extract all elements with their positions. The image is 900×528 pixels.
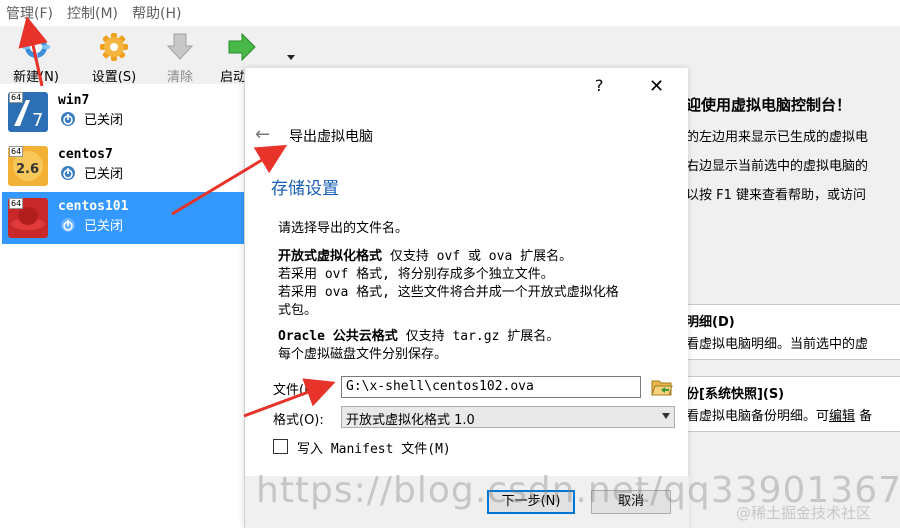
start-arrow-icon [228, 32, 256, 62]
gear-icon [100, 33, 128, 61]
svg-text:7: 7 [32, 110, 43, 131]
vm-item-centos7[interactable]: 2.6 64 centos7 已关闭 [2, 140, 244, 192]
discard-arrow-icon [166, 33, 194, 60]
snapshots-card-title: 份[系统快照](S) [686, 387, 785, 402]
power-off-icon [61, 112, 75, 126]
arch-badge: 64 [9, 146, 24, 157]
vm-state: 已关闭 [84, 219, 124, 234]
arch-badge: 64 [9, 198, 24, 209]
details-card[interactable]: 明细(D) 看虚拟电脑明细。当前选中的虚 [686, 304, 900, 360]
menu-control[interactable]: 控制(M) [67, 3, 118, 23]
snapshots-card[interactable]: 份[系统快照](S) 看虚拟电脑备份明细。可编辑 备 [686, 376, 900, 432]
dialog-footer: 下一步(N) 取消 [245, 476, 689, 528]
folder-open-icon[interactable] [651, 377, 673, 397]
vm-item-centos101[interactable]: 64 centos101 已关闭 [2, 192, 244, 244]
details-card-title: 明细(D) [686, 315, 735, 330]
chevron-down-icon [662, 413, 670, 419]
arch-badge: 64 [9, 92, 24, 103]
manifest-checkbox[interactable] [273, 439, 288, 454]
intro-text: 请选择导出的文件名。 [278, 221, 409, 236]
new-button[interactable]: 新建(N) [6, 30, 66, 85]
format-row: 格式(O): 开放式虚拟化格式 1.0 [273, 406, 693, 430]
manifest-row: 写入 Manifest 文件(M) [273, 438, 573, 457]
discard-label: 清除 [166, 70, 193, 85]
snapshots-card-desc: 看虚拟电脑备份明细。可编辑 备 [686, 409, 873, 424]
next-button[interactable]: 下一步(N) [487, 490, 575, 514]
settings-button[interactable]: 设置(S) [84, 30, 144, 85]
help-button[interactable]: ? [595, 76, 604, 95]
welcome-line: 右边显示当前选中的虚拟电脑的 [686, 159, 869, 174]
welcome-title: 迎使用虚拟电脑控制台！ [686, 96, 852, 114]
file-row: 文件(F): G:\x-shell\centos102.ova [273, 376, 693, 400]
settings-label: 设置(S) [91, 70, 137, 85]
vm-state: 已关闭 [84, 167, 124, 182]
welcome-line: 的左边用来显示已生成的虚拟电 [686, 130, 869, 145]
power-off-icon [61, 166, 75, 180]
cancel-button[interactable]: 取消 [591, 490, 671, 514]
new-vm-icon [22, 33, 50, 61]
vm-name: win7 [58, 93, 90, 108]
file-label: 文件(F): [273, 383, 322, 398]
details-card-desc: 看虚拟电脑明细。当前选中的虚 [686, 337, 869, 352]
vm-state: 已关闭 [84, 113, 124, 128]
manifest-label[interactable]: 写入 Manifest 文件(M) [297, 438, 451, 457]
edit-link[interactable]: 编辑 [829, 409, 855, 424]
format-value: 开放式虚拟化格式 1.0 [346, 413, 475, 428]
welcome-line: 以按 F1 键来查看帮助，或访问 [686, 188, 867, 203]
start-dropdown-icon[interactable] [284, 50, 298, 64]
menu-help[interactable]: 帮助(H) [132, 3, 181, 23]
vm-item-win7[interactable]: 7 64 win7 已关闭 [2, 86, 244, 138]
ovf-description: 开放式虚拟化格式 仅支持 ovf 或 ova 扩展名。 若采用 ovf 格式, … [278, 249, 619, 318]
menu-bar: 管理(F) 控制(M) 帮助(H) [0, 0, 900, 26]
export-appliance-dialog: ? ✕ ← 导出虚拟电脑 存储设置 请选择导出的文件名。 开放式虚拟化格式 仅支… [244, 68, 689, 528]
vm-list: 7 64 win7 已关闭 2.6 64 centos7 已关闭 64 cent… [0, 84, 244, 528]
vm-name: centos7 [58, 147, 113, 162]
power-off-icon [61, 218, 75, 232]
new-label: 新建(N) [13, 70, 59, 85]
back-arrow-icon[interactable]: ← [255, 124, 270, 145]
close-button[interactable]: ✕ [649, 76, 664, 97]
discard-button[interactable]: 清除 [150, 30, 210, 85]
vm-name: centos101 [58, 199, 129, 214]
format-select[interactable]: 开放式虚拟化格式 1.0 [341, 406, 675, 428]
format-label: 格式(O): [273, 413, 324, 428]
section-title: 存储设置 [271, 179, 339, 199]
welcome-panel: 迎使用虚拟电脑控制台！ 的左边用来显示已生成的虚拟电 右边显示当前选中的虚拟电脑… [686, 84, 900, 528]
svg-text:2.6: 2.6 [16, 162, 39, 177]
oracle-description: Oracle 公共云格式 仅支持 tar.gz 扩展名。 每个虚拟磁盘文件分别保… [278, 329, 560, 362]
wizard-title: 导出虚拟电脑 [289, 129, 373, 145]
menu-manage[interactable]: 管理(F) [6, 3, 53, 23]
file-path-input[interactable]: G:\x-shell\centos102.ova [341, 376, 641, 398]
